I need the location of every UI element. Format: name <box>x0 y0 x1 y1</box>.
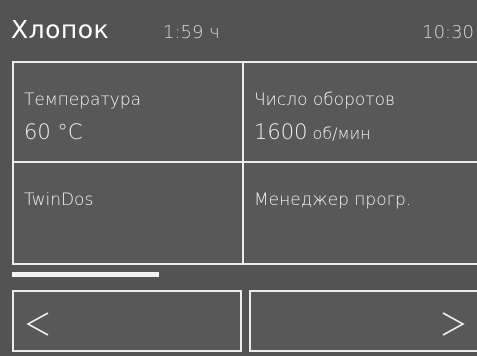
program-name: Хлопок <box>11 15 110 44</box>
settings-grid: Температура 60 °C Число оборотов 1600 об… <box>12 61 477 265</box>
chevron-right-icon <box>442 312 465 336</box>
twindos-tile[interactable]: TwinDos <box>12 161 244 265</box>
temperature-tile[interactable]: Температура 60 °C <box>12 61 244 163</box>
spin-speed-tile[interactable]: Число оборотов 1600 об/мин <box>242 61 477 163</box>
spin-speed-number: 1600 <box>254 120 308 144</box>
clock: 10:30 <box>422 22 474 43</box>
previous-page-button[interactable] <box>12 290 242 352</box>
spin-speed-unit: об/мин <box>307 124 371 143</box>
temperature-label: Температура <box>24 90 142 110</box>
program-duration: 1:59 ч <box>163 22 220 43</box>
twindos-label: TwinDos <box>24 190 94 210</box>
display-screen: Хлопок 1:59 ч 10:30 Температура 60 °C Чи… <box>0 0 477 356</box>
spin-speed-value: 1600 об/мин <box>254 119 371 147</box>
program-manager-label: Менеджер прогр. <box>254 190 412 210</box>
temperature-value: 60 °C <box>24 119 83 145</box>
next-page-button[interactable] <box>249 290 477 352</box>
status-bar: Хлопок 1:59 ч 10:30 <box>0 0 477 56</box>
page-indicator <box>12 272 159 277</box>
temperature-value-text: 60 °C <box>24 120 83 144</box>
chevron-left-icon <box>26 312 49 336</box>
program-manager-tile[interactable]: Менеджер прогр. <box>242 161 477 265</box>
spin-speed-label: Число оборотов <box>254 90 395 110</box>
